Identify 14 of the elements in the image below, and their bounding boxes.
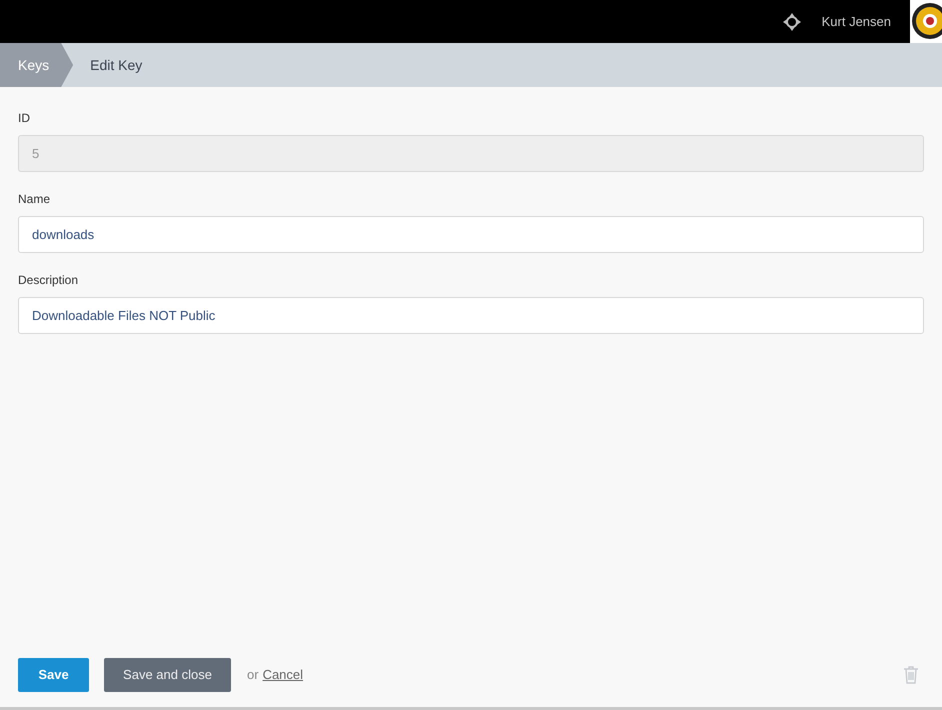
save-and-close-button[interactable]: Save and close — [104, 658, 231, 692]
user-name[interactable]: Kurt Jensen — [822, 12, 891, 32]
cancel-link[interactable]: Cancel — [262, 665, 304, 685]
input-field[interactable]: downloads — [18, 216, 924, 253]
save-button[interactable]: Save — [18, 658, 89, 692]
field-label: Description — [18, 272, 80, 289]
field-label: Name — [18, 191, 52, 208]
logo-icon — [910, 0, 942, 43]
breadcrumb-item[interactable]: Keys — [0, 43, 74, 87]
field-label: ID — [18, 110, 31, 127]
input-field[interactable]: Downloadable Files NOT Public — [18, 297, 924, 334]
breadcrumb-item[interactable]: Edit Key — [90, 54, 142, 76]
move-icon[interactable] — [782, 12, 801, 30]
or-text: or — [247, 666, 259, 684]
